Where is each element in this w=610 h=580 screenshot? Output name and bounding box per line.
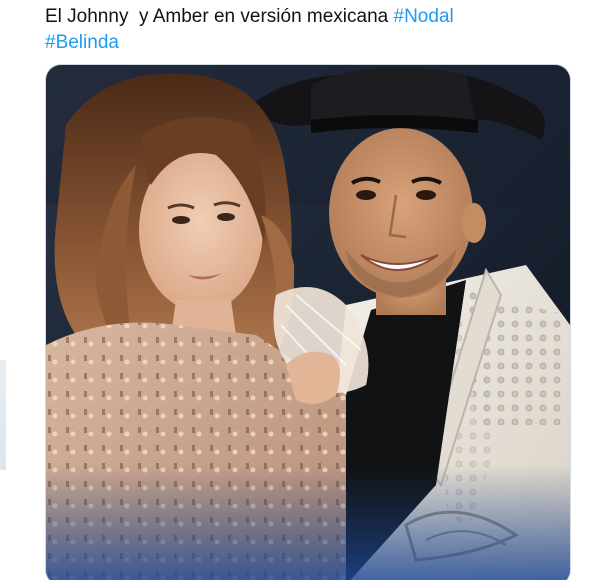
tweet-text: El Johnny y Amber en versión mexicana #N… — [45, 4, 585, 56]
timeline-edge — [0, 360, 6, 470]
couple-photo-illustration — [46, 65, 570, 580]
tweet-photo[interactable] — [45, 64, 571, 580]
hashtag-nodal-link[interactable]: #Nodal — [394, 6, 454, 27]
tweet-text-body: El Johnny y Amber en versión mexicana — [45, 6, 394, 27]
hashtag-belinda-link[interactable]: #Belinda — [45, 32, 119, 53]
